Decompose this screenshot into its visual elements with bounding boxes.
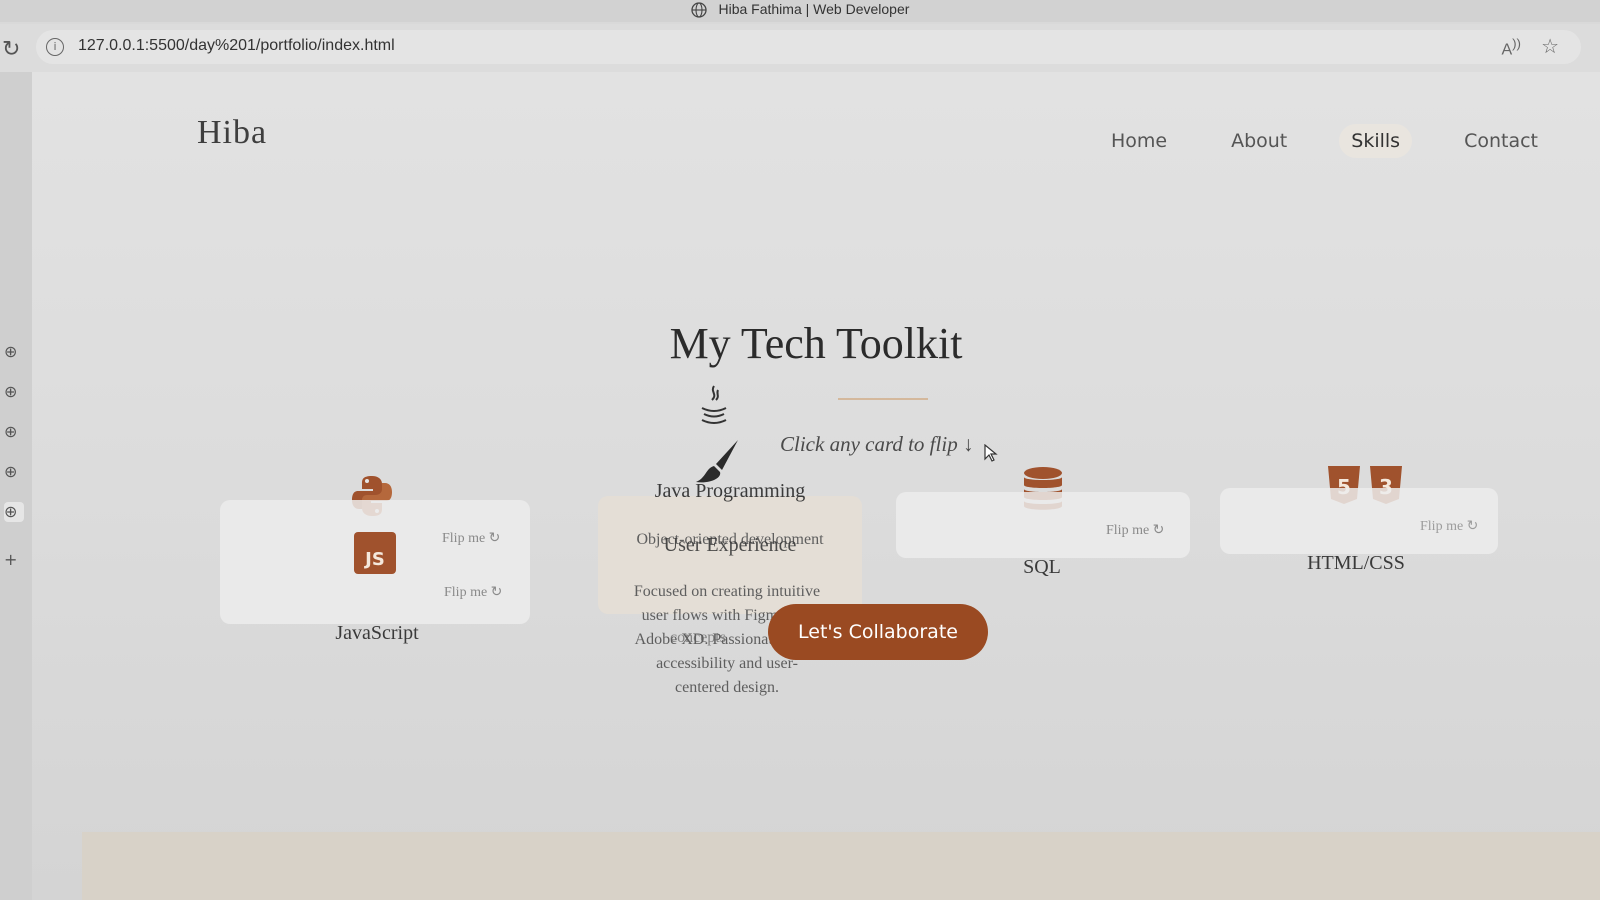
info-icon[interactable]: i bbox=[46, 38, 64, 56]
flip-label: Flip me ↻ bbox=[444, 585, 503, 600]
url-field[interactable]: i 127.0.0.1:5500/day%201/portfolio/index… bbox=[36, 30, 1581, 64]
nav-about[interactable]: About bbox=[1219, 124, 1299, 158]
card-title-sql: SQL bbox=[1023, 556, 1061, 578]
java-icon bbox=[696, 384, 732, 430]
footer-band bbox=[82, 832, 1600, 900]
svg-text:JS: JS bbox=[363, 549, 385, 570]
sidebar-globe-icon[interactable]: ⊕ bbox=[4, 342, 24, 362]
flip-hint: Click any card to flip ↓ bbox=[780, 432, 974, 456]
browser-sidebar: ⊕ ⊕ ⊕ ⊕ ⊕ + bbox=[0, 72, 32, 900]
card-title-java: Java Programming bbox=[654, 480, 806, 502]
flip-label: Flip me ↻ bbox=[1420, 519, 1479, 534]
skill-card-sql[interactable]: Flip me ↻ bbox=[896, 492, 1190, 558]
card-title-javascript: JavaScript bbox=[335, 622, 419, 644]
sidebar-globe-icon[interactable]: ⊕ bbox=[4, 462, 24, 482]
add-icon[interactable]: + bbox=[4, 550, 24, 570]
portfolio-page: Hiba Home About Skills Contact My Tech T… bbox=[32, 72, 1600, 900]
paintbrush-icon bbox=[692, 438, 742, 486]
nav-home[interactable]: Home bbox=[1099, 124, 1179, 158]
skill-card-htmlcss[interactable]: Flip me ↻ bbox=[1220, 488, 1498, 554]
main-nav: Home About Skills Contact bbox=[1099, 124, 1550, 158]
sidebar-globe-icon[interactable]: ⊕ bbox=[4, 502, 24, 522]
browser-title-bar: Hiba Fathima | Web Developer bbox=[0, 0, 1600, 22]
flip-label: Flip me ↻ bbox=[442, 531, 501, 546]
flip-label: Flip me ↻ bbox=[1106, 523, 1165, 538]
nav-contact[interactable]: Contact bbox=[1452, 124, 1550, 158]
card-title-htmlcss: HTML/CSS bbox=[1307, 552, 1405, 574]
url-text[interactable]: 127.0.0.1:5500/day%201/portfolio/index.h… bbox=[78, 37, 395, 55]
site-logo[interactable]: Hiba bbox=[197, 114, 267, 152]
sidebar-globe-icon[interactable]: ⊕ bbox=[4, 422, 24, 442]
title-divider bbox=[838, 398, 928, 400]
cursor-icon bbox=[984, 444, 998, 462]
js-icon: JS bbox=[354, 532, 396, 574]
read-aloud-icon[interactable]: A)) bbox=[1501, 36, 1521, 59]
address-bar: ↻ i 127.0.0.1:5500/day%201/portfolio/ind… bbox=[0, 24, 1600, 72]
section-title: My Tech Toolkit bbox=[669, 319, 963, 368]
collaborate-button[interactable]: Let's Collaborate bbox=[768, 604, 988, 660]
card-title-ux: User Experience bbox=[663, 534, 797, 556]
globe-icon bbox=[690, 2, 707, 18]
nav-skills[interactable]: Skills bbox=[1339, 124, 1413, 158]
reload-icon[interactable]: ↻ bbox=[2, 36, 20, 62]
tab-title: Hiba Fathima | Web Developer bbox=[718, 1, 910, 17]
star-icon[interactable]: ☆ bbox=[1541, 34, 1559, 59]
sidebar-globe-icon[interactable]: ⊕ bbox=[4, 382, 24, 402]
